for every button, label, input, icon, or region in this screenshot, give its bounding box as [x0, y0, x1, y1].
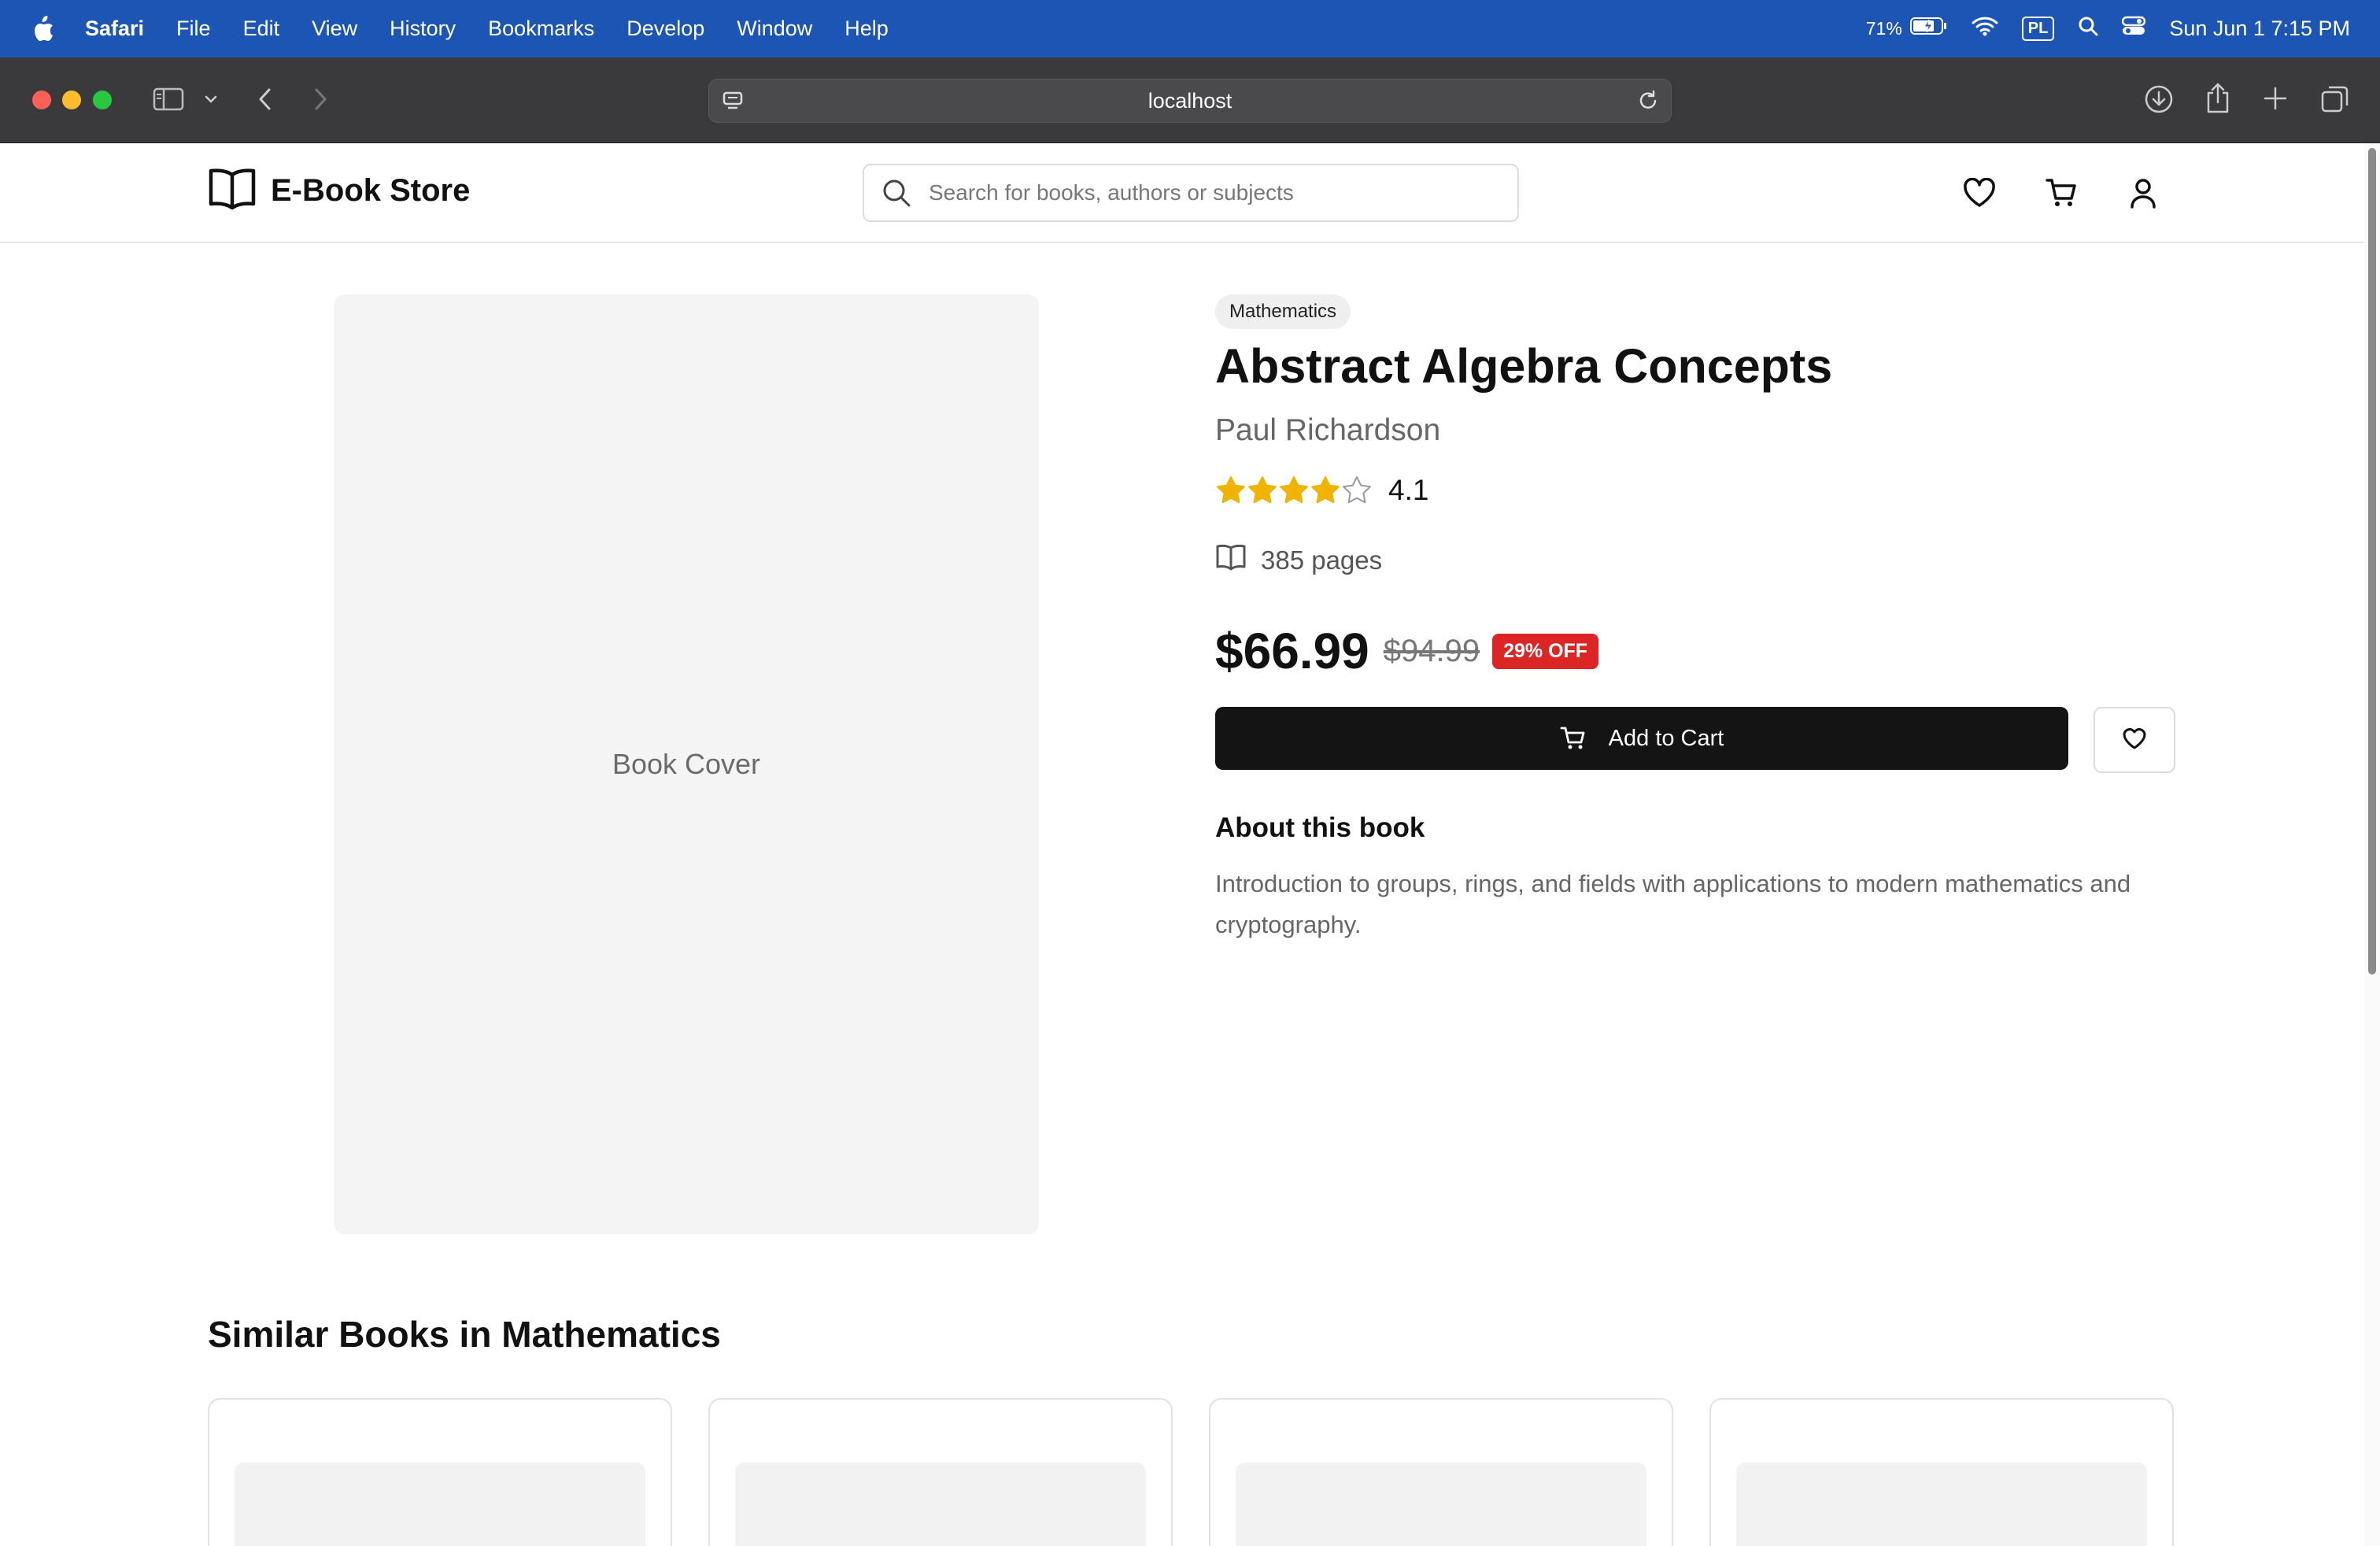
book-pages-icon: [1215, 543, 1247, 578]
discount-badge: 29% OFF: [1492, 633, 1599, 669]
menu-view[interactable]: View: [312, 17, 357, 41]
similar-book-cover-placeholder: [1736, 1463, 2147, 1546]
search-box[interactable]: [863, 164, 1519, 222]
original-price: $94.99: [1383, 633, 1480, 668]
menu-window[interactable]: Window: [737, 17, 812, 41]
close-window-button[interactable]: [32, 91, 51, 109]
chevron-down-icon[interactable]: [203, 91, 219, 107]
add-to-cart-label: Add to Cart: [1608, 725, 1724, 751]
add-to-cart-button[interactable]: Add to Cart: [1215, 707, 2068, 770]
wishlist-heart-icon[interactable]: [1961, 175, 1998, 211]
address-url[interactable]: localhost: [1148, 89, 1232, 113]
menu-edit[interactable]: Edit: [243, 17, 280, 41]
share-icon[interactable]: [2204, 82, 2232, 115]
add-to-wishlist-button[interactable]: [2094, 707, 2175, 773]
menu-develop[interactable]: Develop: [626, 17, 704, 41]
star-filled-icon: [1278, 475, 1310, 506]
menubar-clock[interactable]: Sun Jun 1 7:15 PM: [2169, 17, 2350, 41]
minimize-window-button[interactable]: [62, 91, 81, 109]
input-source-badge[interactable]: PL: [2021, 17, 2055, 41]
similar-books-heading: Similar Books in Mathematics: [208, 1314, 721, 1355]
open-book-icon: [208, 167, 257, 215]
reload-icon[interactable]: [1636, 89, 1660, 118]
spotlight-search-icon[interactable]: [2078, 16, 2098, 42]
page-scrollbar[interactable]: [2364, 143, 2380, 1546]
scrollbar-thumb[interactable]: [2368, 148, 2376, 975]
star-filled-icon: [1247, 475, 1278, 506]
similar-book-card[interactable]: [708, 1398, 1173, 1546]
similar-book-cover-placeholder: [735, 1463, 1146, 1546]
book-cover-label: Book Cover: [612, 748, 761, 780]
sidebar-toggle-icon[interactable]: [153, 87, 184, 112]
book-title: Abstract Algebra Concepts: [1215, 339, 1833, 393]
current-price: $66.99: [1215, 623, 1369, 679]
price-row: $66.99 $94.99 29% OFF: [1215, 622, 1599, 680]
similar-book-card[interactable]: [208, 1398, 672, 1546]
status-area: 71% PL Sun Jun 1 7:15 PM: [1842, 0, 2350, 57]
similar-book-card[interactable]: [1709, 1398, 2174, 1546]
similar-book-card[interactable]: [1209, 1398, 1673, 1546]
battery-icon[interactable]: [1909, 17, 1948, 41]
downloads-icon[interactable]: [2144, 84, 2174, 114]
fullscreen-window-button[interactable]: [93, 91, 112, 109]
page-menu-icon[interactable]: [722, 90, 744, 117]
apple-logo-icon[interactable]: [30, 13, 57, 45]
similar-book-cover-placeholder: [1236, 1463, 1646, 1546]
book-description: Introduction to groups, rings, and field…: [1215, 870, 2131, 938]
cart-icon[interactable]: [2043, 175, 2079, 211]
about-heading: About this book: [1215, 812, 1425, 843]
address-bar[interactable]: localhost: [708, 79, 1672, 123]
rating-stars: [1215, 475, 1373, 506]
search-input[interactable]: [927, 179, 1481, 206]
back-arrow-icon[interactable]: [253, 85, 277, 113]
menu-bookmarks[interactable]: Bookmarks: [488, 17, 594, 41]
menu-history[interactable]: History: [390, 17, 456, 41]
forward-arrow-icon[interactable]: [309, 85, 332, 113]
rating-value: 4.1: [1388, 474, 1429, 506]
star-rating: 4.1: [1215, 474, 1428, 507]
site-name: E-Book Store: [271, 173, 471, 208]
menu-file[interactable]: File: [176, 17, 211, 41]
book-author[interactable]: Paul Richardson: [1215, 413, 1440, 448]
menu-help[interactable]: Help: [844, 17, 889, 41]
site-header: E-Book Store: [0, 143, 2364, 243]
user-account-icon[interactable]: [2125, 175, 2161, 211]
book-cover-placeholder: Book Cover: [334, 294, 1039, 1234]
category-badge[interactable]: Mathematics: [1215, 294, 1351, 329]
new-tab-plus-icon[interactable]: [2262, 85, 2289, 112]
star-filled-icon: [1310, 475, 1341, 506]
control-center-icon[interactable]: [2122, 16, 2146, 42]
star-empty-icon: [1341, 475, 1373, 506]
tab-overview-icon[interactable]: [2320, 84, 2350, 114]
page-count-text: 385 pages: [1261, 546, 1383, 575]
battery-percentage: 71%: [1865, 18, 1902, 39]
cart-icon: [1560, 725, 1587, 752]
menu-app-safari[interactable]: Safari: [85, 17, 144, 41]
site-logo[interactable]: E-Book Store: [208, 167, 470, 215]
wifi-icon[interactable]: [1972, 16, 1998, 42]
search-icon: [881, 178, 911, 208]
menu-bar: Safari File Edit View History Bookmarks …: [0, 0, 2380, 57]
star-filled-icon: [1215, 475, 1247, 506]
page-count: 385 pages: [1215, 543, 1382, 578]
similar-book-cover-placeholder: [235, 1463, 645, 1546]
heart-icon: [2122, 727, 2147, 754]
web-page: E-Book Store Book Cover Mathematics Abst…: [0, 143, 2364, 1546]
